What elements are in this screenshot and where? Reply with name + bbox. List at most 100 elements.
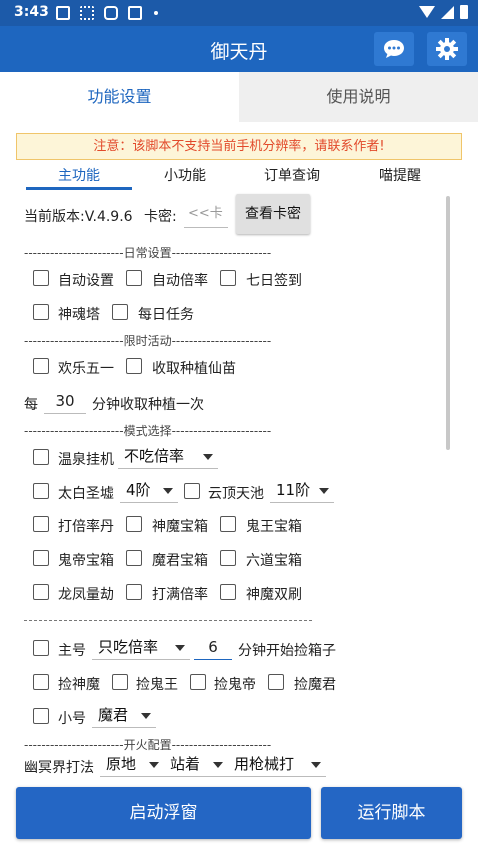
app-notification-icon — [104, 6, 118, 20]
alt-account-checkbox[interactable] — [33, 708, 49, 724]
seven-day-checkin-label: 七日签到 — [246, 273, 302, 289]
main-account-label: 主号 — [58, 643, 86, 659]
dropdown-arrow-icon — [319, 488, 329, 494]
fire-stance-value: 站着 — [170, 755, 201, 773]
soul-tower-label: 神魂塔 — [58, 307, 100, 323]
rate-pill-label: 打倍率丹 — [58, 519, 114, 535]
double-farm-label: 神魔双刷 — [246, 587, 302, 603]
dropdown-arrow-icon — [149, 762, 159, 768]
scrollbar[interactable] — [446, 196, 450, 450]
resolution-warning: 注意：该脚本不支持当前手机分辨率，请联系作者! — [16, 133, 462, 160]
auto-rate-checkbox[interactable] — [126, 270, 142, 286]
section-mode: -----------------------模式选择-------------… — [24, 424, 272, 438]
section-limited: -----------------------限时活动-------------… — [24, 334, 272, 348]
pick-demon-lord-checkbox[interactable] — [268, 674, 284, 690]
ghost-emperor-chest-label: 鬼帝宝箱 — [58, 553, 114, 569]
alt-account-select[interactable]: 魔君 — [92, 704, 156, 728]
key-input[interactable]: <<卡 — [184, 202, 228, 228]
god-demon-chest-checkbox[interactable] — [126, 516, 142, 532]
pick-ghost-king-checkbox[interactable] — [112, 674, 128, 690]
subtab-meow-alert[interactable]: 喵提醒 — [345, 166, 455, 186]
main-tabs: 功能设置 使用说明 — [0, 72, 478, 122]
main-account-select[interactable]: 只吃倍率 — [92, 636, 190, 660]
fire-position-value: 原地 — [106, 755, 137, 773]
yunding-select-value: 11阶 — [276, 481, 311, 499]
signal-icon — [441, 5, 454, 19]
may-day-label: 欢乐五一 — [58, 361, 114, 377]
dropdown-arrow-icon — [175, 645, 185, 651]
status-time: 3:43 — [14, 4, 49, 20]
pickup-minutes-suffix: 分钟开始捡箱子 — [238, 643, 336, 659]
chat-button[interactable] — [374, 32, 414, 66]
yunding-select[interactable]: 11阶 — [270, 479, 334, 503]
taibai-select-value: 4阶 — [126, 481, 151, 499]
tab-feature-settings[interactable]: 功能设置 — [0, 72, 239, 122]
ghost-emperor-chest-checkbox[interactable] — [33, 550, 49, 566]
dropdown-arrow-icon — [141, 713, 151, 719]
dropdown-arrow-icon — [203, 454, 213, 460]
run-script-button[interactable]: 运行脚本 — [321, 787, 462, 839]
daily-task-checkbox[interactable] — [112, 304, 128, 320]
harvest-interval-input[interactable]: 30 — [44, 390, 86, 414]
tab-instructions[interactable]: 使用说明 — [239, 72, 478, 122]
taibai-label: 太白圣墟 — [58, 486, 114, 502]
wifi-icon — [419, 6, 435, 18]
yunding-label: 云顶天池 — [208, 486, 264, 502]
main-account-checkbox[interactable] — [33, 640, 49, 656]
harvest-seedling-checkbox[interactable] — [126, 358, 142, 374]
section-fire: -----------------------开火配置-------------… — [24, 738, 272, 752]
demon-lord-chest-label: 魔君宝箱 — [152, 553, 208, 569]
fire-position-select[interactable]: 原地 — [100, 753, 164, 777]
fire-stance-select[interactable]: 站着 — [164, 753, 228, 777]
settings-button[interactable] — [427, 32, 467, 66]
rate-pill-checkbox[interactable] — [33, 516, 49, 532]
harvest-suffix: 分钟收取种植一次 — [92, 397, 204, 413]
status-bar: 3:43 — [0, 0, 478, 26]
gear-icon — [436, 38, 458, 60]
demon-lord-chest-checkbox[interactable] — [126, 550, 142, 566]
six-paths-chest-label: 六道宝箱 — [246, 553, 302, 569]
seven-day-checkin-checkbox[interactable] — [220, 270, 236, 286]
ghost-king-chest-checkbox[interactable] — [220, 516, 236, 532]
version-label: 当前版本:V.4.9.6 — [24, 209, 133, 225]
subtab-orders[interactable]: 订单查询 — [237, 166, 347, 186]
hot-spring-select[interactable]: 不吃倍率 — [118, 445, 218, 469]
may-day-checkbox[interactable] — [33, 358, 49, 374]
battery-icon — [460, 5, 468, 19]
section-separator — [24, 620, 312, 621]
harvest-seedling-label: 收取种植仙苗 — [152, 361, 236, 377]
hot-spring-select-value: 不吃倍率 — [124, 447, 185, 465]
hot-spring-checkbox[interactable] — [33, 449, 49, 465]
check-key-button[interactable]: 查看卡密 — [236, 194, 310, 234]
god-demon-chest-label: 神魔宝箱 — [152, 519, 208, 535]
dropdown-arrow-icon — [213, 762, 223, 768]
pick-ghost-emperor-checkbox[interactable] — [190, 674, 206, 690]
max-rate-checkbox[interactable] — [126, 584, 142, 600]
six-paths-chest-checkbox[interactable] — [220, 550, 236, 566]
fire-method-label: 幽冥界打法 — [24, 760, 94, 776]
double-farm-checkbox[interactable] — [220, 584, 236, 600]
yunding-checkbox[interactable] — [184, 483, 200, 499]
pickup-minutes-input[interactable]: 6 — [194, 636, 232, 660]
main-account-select-value: 只吃倍率 — [98, 638, 159, 656]
fire-weapon-select[interactable]: 用枪械打 — [228, 753, 326, 777]
pick-god-demon-label: 捡神魔 — [58, 677, 100, 693]
grid-icon — [80, 6, 94, 20]
auto-setting-checkbox[interactable] — [33, 270, 49, 286]
alt-account-select-value: 魔君 — [98, 706, 129, 724]
subtab-minor[interactable]: 小功能 — [130, 166, 240, 186]
dragon-phoenix-label: 龙凤量劫 — [58, 587, 114, 603]
soul-tower-checkbox[interactable] — [33, 304, 49, 320]
taibai-select[interactable]: 4阶 — [120, 479, 178, 503]
hot-spring-label: 温泉挂机 — [58, 452, 114, 468]
pick-demon-lord-label: 捡魔君 — [294, 677, 336, 693]
section-daily: -----------------------日常设置-------------… — [24, 246, 272, 260]
taibai-checkbox[interactable] — [33, 483, 49, 499]
subtab-main[interactable]: 主功能 — [24, 166, 134, 186]
start-float-button[interactable]: 启动浮窗 — [16, 787, 311, 839]
pick-god-demon-checkbox[interactable] — [33, 674, 49, 690]
sub-tabs: 主功能 小功能 订单查询 喵提醒 — [16, 166, 462, 192]
dragon-phoenix-checkbox[interactable] — [33, 584, 49, 600]
fire-weapon-value: 用枪械打 — [234, 755, 295, 773]
dropdown-arrow-icon — [163, 488, 173, 494]
